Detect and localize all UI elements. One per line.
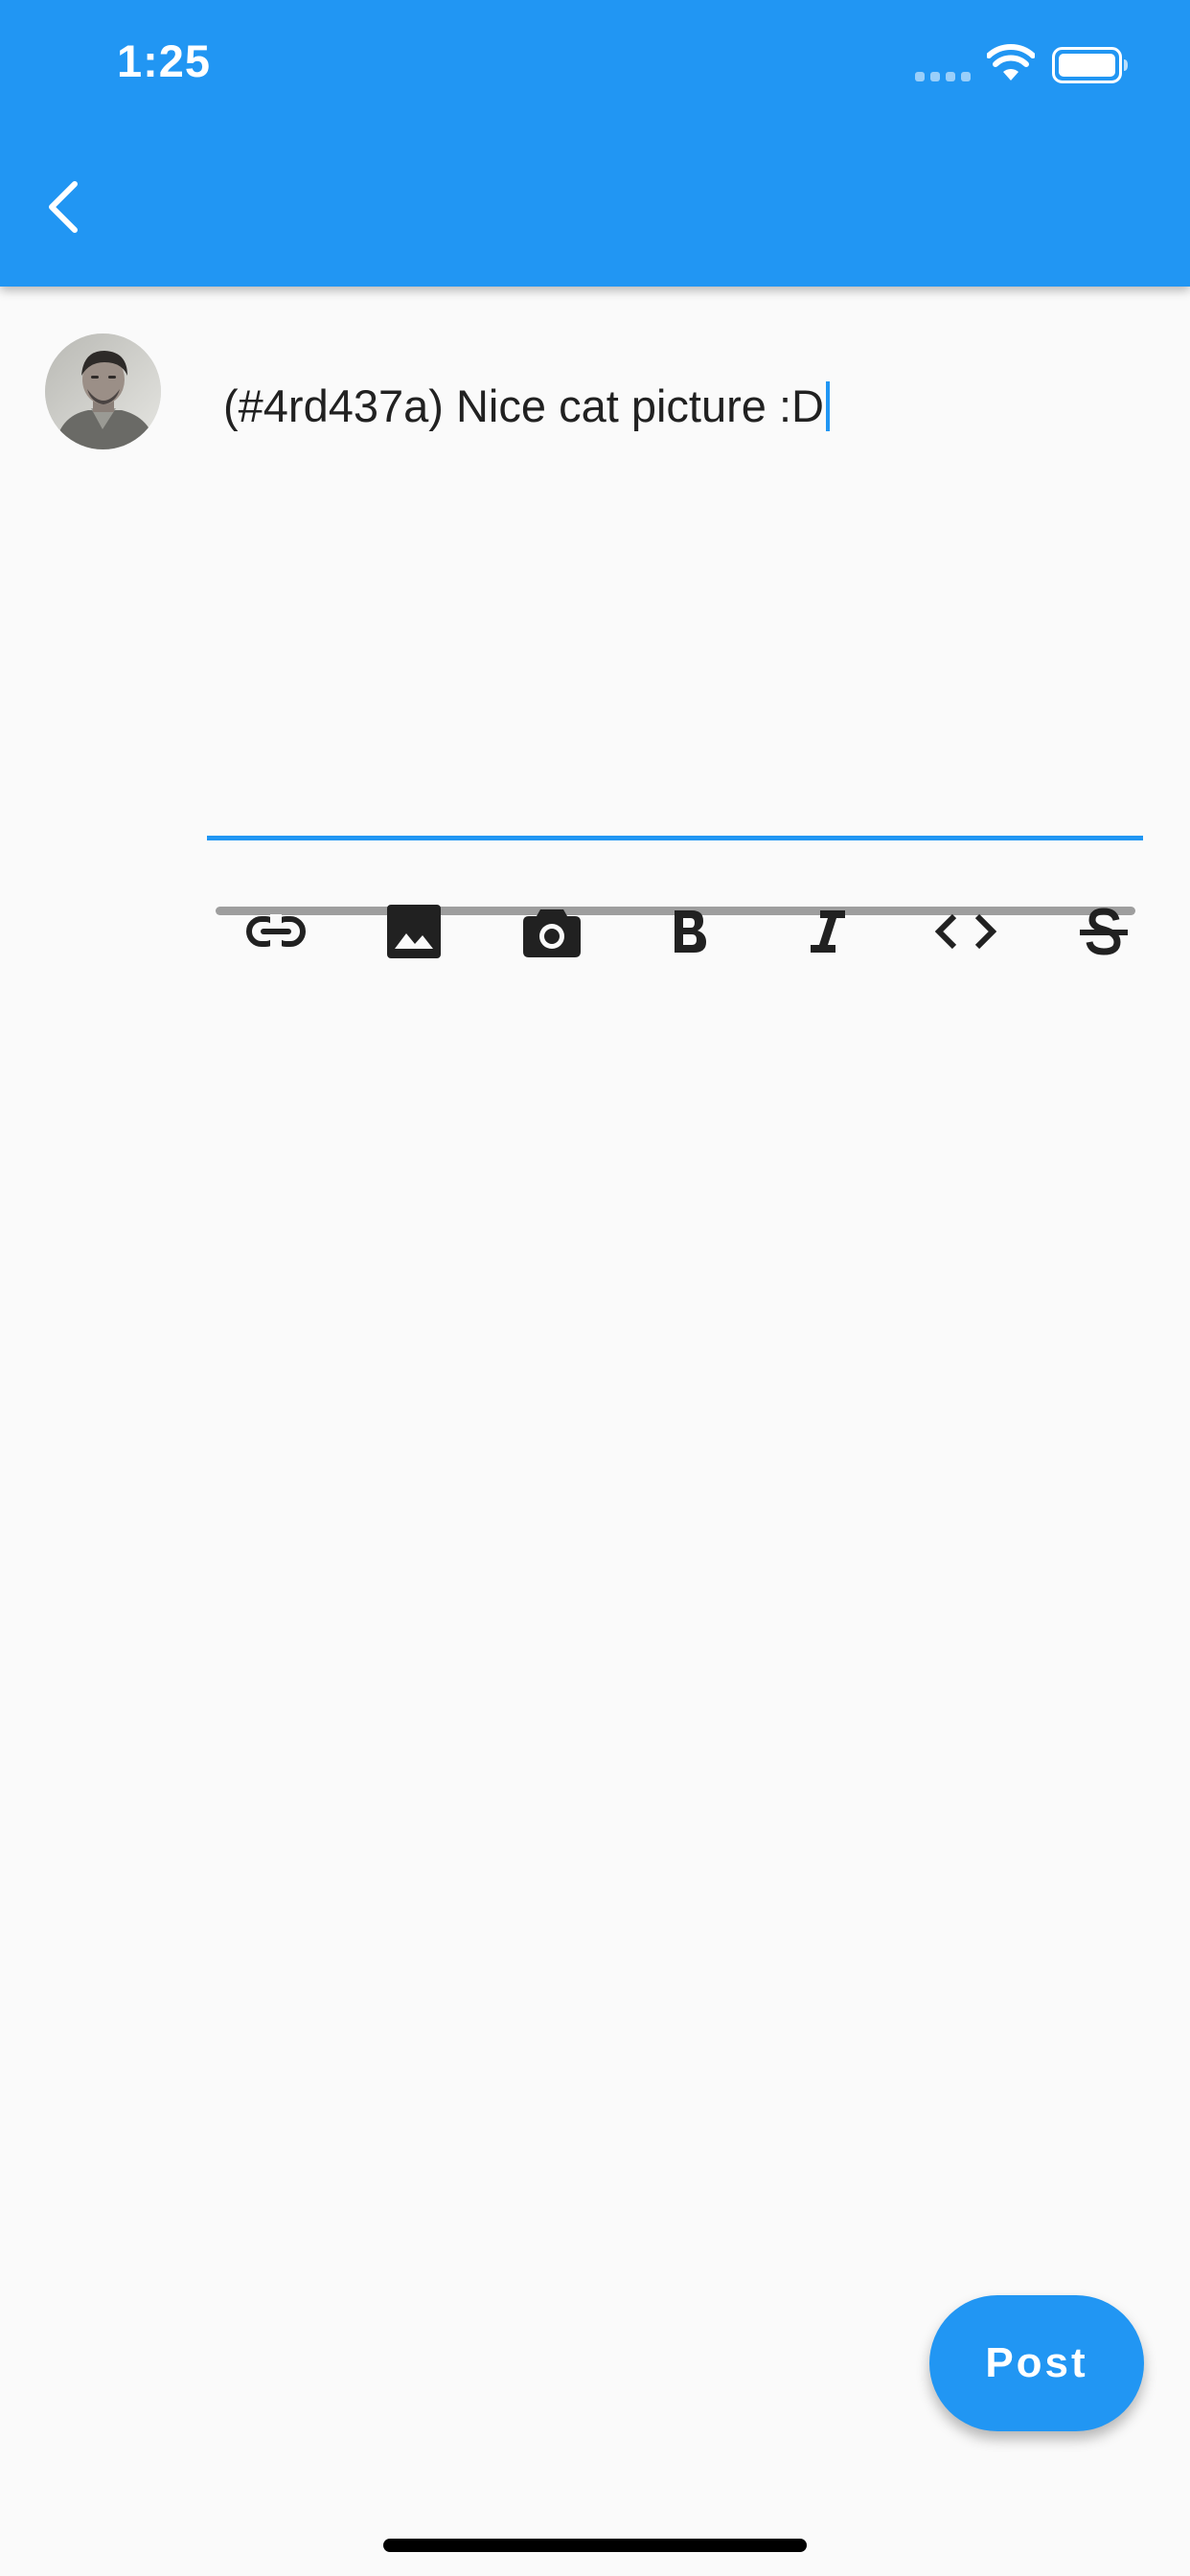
code-button[interactable] bbox=[920, 893, 1012, 970]
home-indicator[interactable] bbox=[383, 2539, 807, 2552]
strikethrough-icon bbox=[1080, 908, 1128, 955]
formatting-toolbar bbox=[207, 893, 1165, 970]
status-time: 1:25 bbox=[117, 35, 212, 86]
text-caret bbox=[825, 381, 830, 431]
back-button[interactable] bbox=[23, 161, 103, 253]
app-bar: 1:25 bbox=[0, 0, 1190, 287]
italic-button[interactable] bbox=[782, 893, 874, 970]
bold-button[interactable] bbox=[644, 893, 736, 970]
image-button[interactable] bbox=[368, 893, 460, 970]
signal-dots-icon bbox=[915, 72, 971, 81]
battery-icon bbox=[1052, 47, 1128, 83]
composer-underline bbox=[207, 836, 1143, 840]
wifi-icon bbox=[987, 44, 1035, 80]
camera-button[interactable] bbox=[506, 893, 598, 970]
strikethrough-button[interactable] bbox=[1058, 893, 1150, 970]
link-icon bbox=[246, 914, 306, 949]
image-icon bbox=[387, 905, 441, 958]
bold-icon bbox=[675, 910, 706, 953]
link-button[interactable] bbox=[230, 893, 322, 970]
post-button[interactable]: Post bbox=[929, 2295, 1144, 2431]
chevron-left-icon bbox=[49, 181, 78, 233]
user-avatar bbox=[45, 334, 161, 449]
composer-text: (#4rd437a) Nice cat picture :D bbox=[223, 380, 824, 431]
post-composer[interactable]: (#4rd437a) Nice cat picture :D bbox=[207, 364, 1143, 841]
code-icon bbox=[935, 913, 996, 950]
italic-icon bbox=[811, 910, 845, 953]
camera-icon bbox=[523, 909, 581, 957]
